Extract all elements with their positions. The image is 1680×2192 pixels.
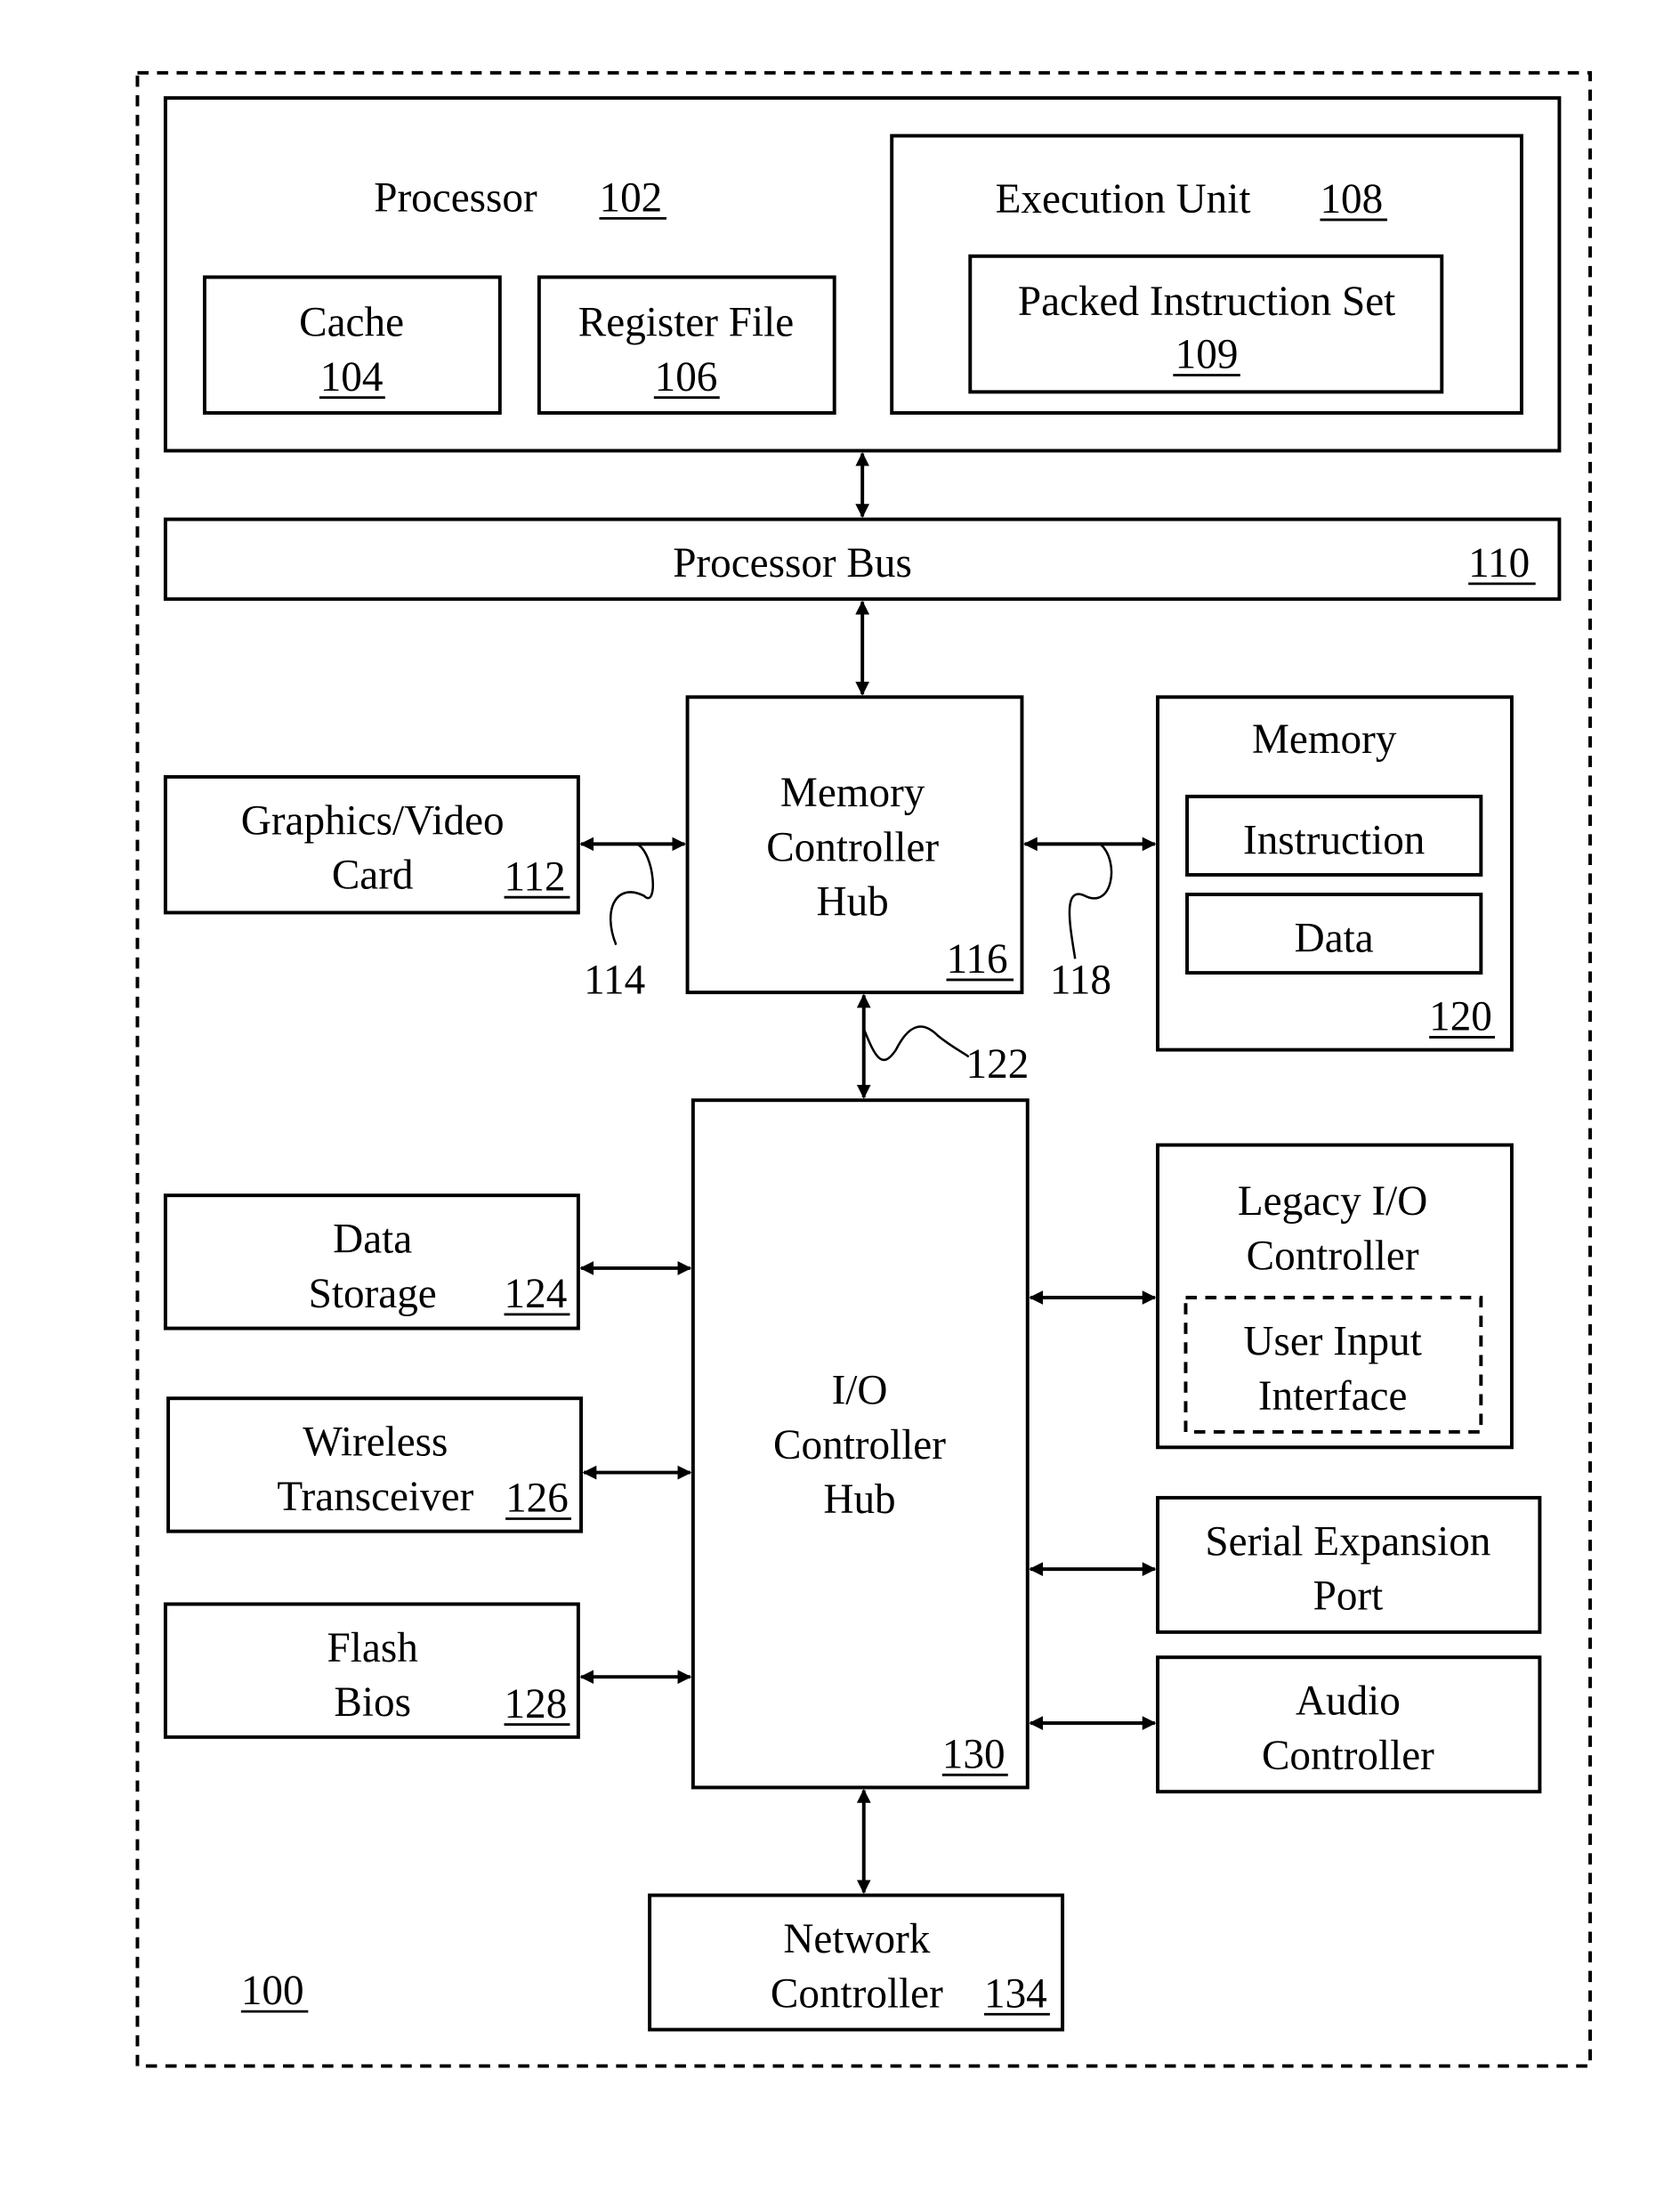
graphics-card-block: Graphics/Video Card 112 [163, 774, 580, 915]
ich-label-line1: I/O [832, 1368, 888, 1414]
wireless-label-line1: Wireless [303, 1420, 448, 1466]
serial-port-label-line2: Port [1313, 1573, 1384, 1620]
audio-label-line2: Controller [1262, 1733, 1434, 1779]
data-storage-label-line2: Storage [309, 1271, 437, 1317]
flash-bios-block: Flash Bios 128 [163, 1602, 580, 1739]
cache-label: Cache [299, 299, 404, 345]
link-118-leader [1068, 843, 1113, 959]
register-file-block: Register File 106 [537, 275, 836, 415]
system-ref: 100 [241, 1968, 304, 2014]
network-label-line2: Controller [771, 1970, 943, 2017]
audio-label-line1: Audio [1296, 1678, 1401, 1725]
ich-ref: 130 [942, 1731, 1006, 1777]
serial-expansion-port-block: Serial Expansion Port [1156, 1495, 1542, 1634]
serial-port-label-line1: Serial Expansion [1205, 1518, 1490, 1565]
link-118-ref: 118 [1050, 958, 1111, 1004]
user-input-interface-line1: User Input [1243, 1318, 1421, 1364]
memory-ref: 120 [1429, 994, 1492, 1040]
mch-label-line2: Controller [766, 824, 939, 870]
legacy-io-controller-block: Legacy I/O Controller User Input Interfa… [1156, 1143, 1514, 1450]
processor-bus-label: Processor Bus [673, 540, 912, 586]
link-122-ref: 122 [966, 1041, 1030, 1088]
legacy-io-label-line1: Legacy I/O [1238, 1178, 1427, 1225]
network-controller-block: Network Controller 134 [648, 1893, 1065, 2032]
graphics-card-label-line2: Card [332, 853, 414, 899]
mch-ref: 116 [947, 936, 1008, 983]
graphics-card-ref: 112 [505, 853, 566, 900]
legacy-io-label-line2: Controller [1247, 1234, 1419, 1280]
mch-label-line1: Memory [780, 770, 925, 816]
link-114-ref: 114 [584, 958, 645, 1004]
processor-ref: 102 [599, 174, 662, 221]
register-file-label: Register File [578, 299, 794, 345]
processor-bus-block: Processor Bus 110 [163, 517, 1562, 602]
execution-unit-block: Execution Unit 108 Packed Instruction Se… [890, 133, 1523, 415]
wireless-ref: 126 [505, 1476, 569, 1522]
memory-data-label: Data [1295, 916, 1374, 962]
data-storage-label-line1: Data [333, 1217, 412, 1263]
network-label-line1: Network [783, 1916, 930, 1962]
ich-label-line3: Hub [823, 1476, 895, 1523]
link-122-leader [862, 1025, 970, 1062]
processor-block: Processor 102 Cache 104 Register File 10… [163, 96, 1562, 453]
io-controller-hub-block: I/O Controller Hub 130 [691, 1098, 1030, 1790]
wireless-label-line2: Transceiver [277, 1474, 473, 1520]
graphics-card-label-line1: Graphics/Video [241, 797, 505, 844]
execution-unit-label: Execution Unit [996, 176, 1251, 222]
data-storage-ref: 124 [505, 1271, 568, 1317]
packed-instruction-set-block: Packed Instruction Set 109 [968, 254, 1444, 394]
cache-ref: 104 [320, 354, 384, 400]
memory-block: Memory Instruction Data 120 [1156, 695, 1514, 1052]
data-storage-block: Data Storage 124 [163, 1193, 580, 1331]
execution-unit-ref: 108 [1320, 176, 1383, 222]
audio-controller-block: Audio Controller [1156, 1655, 1542, 1794]
memory-instruction-label: Instruction [1243, 817, 1425, 863]
packed-instruction-set-ref: 109 [1175, 332, 1239, 378]
cache-block: Cache 104 [202, 275, 502, 415]
memory-label: Memory [1252, 716, 1397, 763]
wireless-transceiver-block: Wireless Transceiver 126 [166, 1396, 583, 1533]
memory-controller-hub-block: Memory Controller Hub 116 [685, 695, 1024, 995]
link-114-leader [609, 843, 654, 946]
mch-label-line3: Hub [817, 879, 889, 926]
ich-label-line2: Controller [773, 1422, 946, 1468]
processor-label: Processor [374, 174, 537, 221]
processor-bus-ref: 110 [1468, 540, 1530, 586]
flash-bios-ref: 128 [505, 1681, 568, 1727]
network-ref: 134 [984, 1970, 1047, 2017]
flash-bios-label-line2: Bios [334, 1679, 411, 1726]
flash-bios-label-line1: Flash [327, 1625, 418, 1671]
register-file-ref: 106 [655, 354, 718, 400]
computer-system-diagram: 100 Processor 102 Cache 104 Register Fil… [135, 70, 1592, 2068]
user-input-interface-line2: Interface [1258, 1373, 1408, 1420]
packed-instruction-set-label: Packed Instruction Set [1018, 279, 1395, 325]
